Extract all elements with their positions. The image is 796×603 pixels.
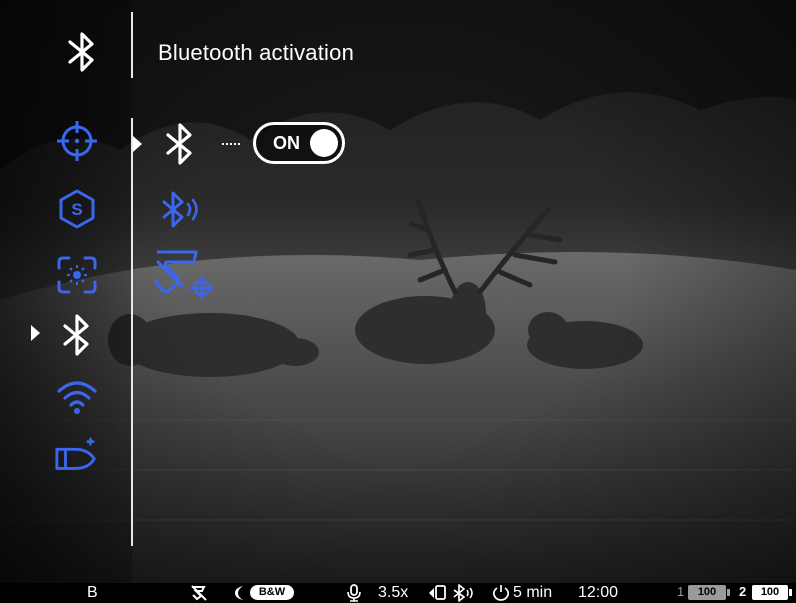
night-mode-icon xyxy=(235,586,243,600)
submenu-item-stream-vision[interactable] xyxy=(152,246,216,300)
display-off-icon xyxy=(429,585,446,600)
color-mode-badge: B&W xyxy=(250,585,294,600)
bluetooth-toggle[interactable]: ON xyxy=(253,122,345,164)
menu-divider xyxy=(131,118,133,546)
toggle-label: ON xyxy=(273,133,300,153)
battery2-level: 100 xyxy=(752,585,788,600)
sidebar-item-stadiametric[interactable]: S xyxy=(54,186,100,232)
status-bar: B B&W 3.5x 5 min 12:00 1 100 2 100 xyxy=(0,583,796,603)
bluetooth-icon xyxy=(63,314,89,356)
crosshair-icon xyxy=(57,121,97,161)
battery1-tip xyxy=(727,589,730,596)
mode-indicator: B xyxy=(87,584,98,601)
wifi-icon xyxy=(57,381,97,414)
power-icon xyxy=(492,585,510,601)
microphone-icon xyxy=(347,584,361,602)
stream-vision-target-icon xyxy=(153,250,214,300)
bluetooth-audio-icon xyxy=(162,191,198,228)
battery1-level: 100 xyxy=(688,585,726,600)
toggle-knob xyxy=(310,129,338,157)
battery1-index: 1 xyxy=(677,584,685,599)
bluetooth-icon xyxy=(68,32,94,72)
submenu-item-bluetooth[interactable] xyxy=(160,122,200,166)
sidebar-item-calibration[interactable] xyxy=(54,252,100,298)
svg-text:S: S xyxy=(71,200,82,219)
clock: 12:00 xyxy=(578,584,619,601)
submenu-item-bluetooth-audio[interactable] xyxy=(158,188,208,232)
page-title: Bluetooth activation xyxy=(158,40,355,65)
brightness-calibration-icon xyxy=(57,256,97,294)
battery2-tip xyxy=(789,589,792,596)
selection-arrow xyxy=(31,325,40,341)
bluetooth-audio-status-icon xyxy=(453,584,473,602)
sidebar-item-ballistics[interactable] xyxy=(54,432,100,478)
device-screen: Bluetooth activation S ON B B&W 3.5x 5 m… xyxy=(0,0,796,603)
submenu-selection-arrow xyxy=(133,136,142,152)
stadiametric-off-icon xyxy=(191,585,207,601)
dotted-leader xyxy=(222,143,240,145)
sidebar-item-wifi[interactable] xyxy=(54,374,100,420)
bluetooth-icon xyxy=(166,123,192,165)
ballistics-bullet-icon xyxy=(55,437,96,470)
stadiametric-s-icon: S xyxy=(59,189,95,229)
sidebar-item-reticle[interactable] xyxy=(54,118,100,164)
zoom-level: 3.5x xyxy=(378,584,409,601)
sidebar-item-bluetooth[interactable] xyxy=(54,312,100,358)
header-divider xyxy=(131,12,133,78)
auto-off-timer: 5 min xyxy=(513,584,553,601)
battery2-index: 2 xyxy=(739,584,747,599)
